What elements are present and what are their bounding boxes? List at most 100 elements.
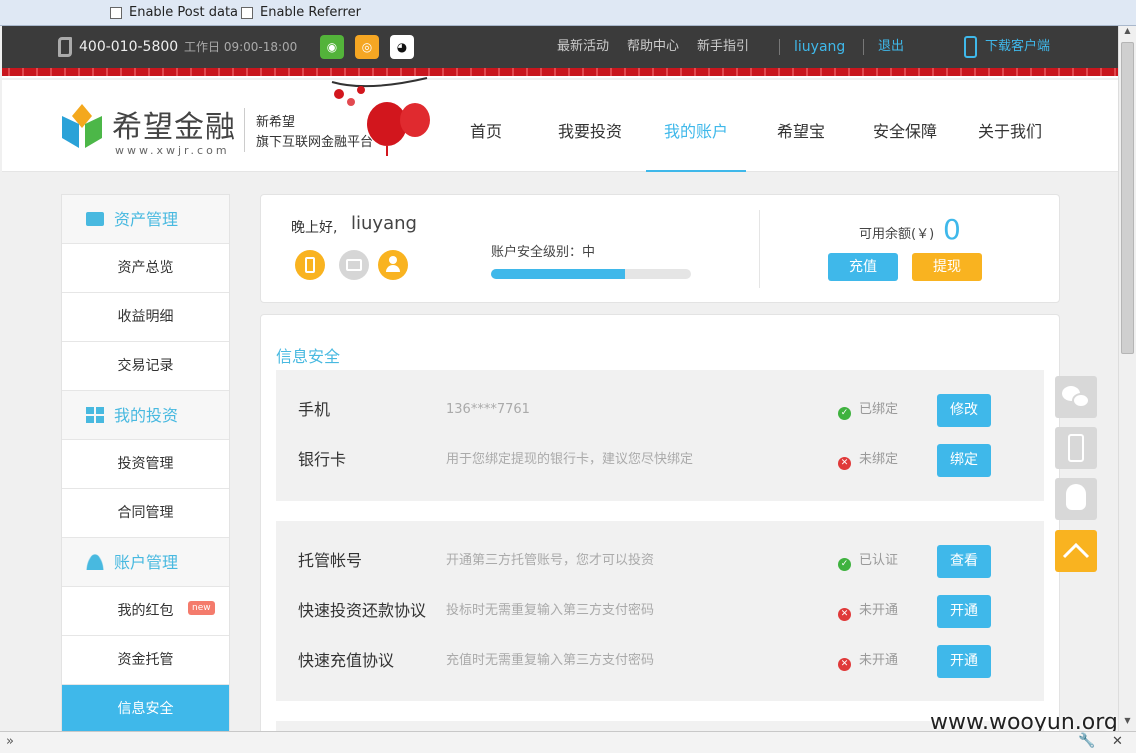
security-row-phone: 手机 136****7761 ✓ 已绑定 修改: [276, 385, 1044, 435]
panel-title: 信息安全: [276, 347, 341, 366]
close-icon[interactable]: ✕: [1112, 734, 1123, 749]
row-status: ✓ 已认证: [838, 536, 898, 586]
checkbox-label: Enable Post data: [129, 5, 239, 20]
account-summary-panel: 晚上好, liuyang 账户安全级别：中 可用余额(￥) 0 充值 提现: [260, 194, 1060, 303]
row-status: ✕ 未开通: [838, 586, 898, 636]
link-latest-events[interactable]: 最新活动: [557, 26, 609, 68]
weibo-icon[interactable]: ◎: [355, 35, 379, 59]
sidebar-item-income-details[interactable]: 收益明细: [62, 293, 229, 342]
recharge-button[interactable]: 充值: [828, 253, 898, 281]
summary-username: liuyang: [351, 213, 417, 234]
logo-icon[interactable]: [59, 102, 105, 152]
qq-icon[interactable]: ◕: [390, 35, 414, 59]
row-name: 快速充值协议: [298, 651, 395, 670]
hotline-number: 400-010-5800: [79, 39, 179, 55]
modify-phone-button[interactable]: 修改: [937, 394, 991, 427]
divider: [779, 39, 780, 55]
row-name: 手机: [298, 400, 331, 419]
phone-icon: [58, 37, 72, 57]
balance-value: 0: [943, 213, 961, 246]
sidebar-item-info-security[interactable]: 信息安全: [62, 685, 229, 731]
scrollbar-thumb[interactable]: [1121, 42, 1134, 354]
sidebar-section-account[interactable]: 账户管理: [62, 538, 229, 587]
sidebar-item-transactions[interactable]: 交易记录: [62, 342, 229, 391]
section-title: 我的投资: [114, 406, 179, 425]
open-quick-recharge-button[interactable]: 开通: [937, 645, 991, 678]
security-group-more: [276, 721, 1044, 731]
wrench-icon[interactable]: 🔧: [1078, 733, 1095, 749]
expand-icon[interactable]: »: [6, 734, 14, 749]
brand-domain: www.xwjr.com: [115, 144, 230, 157]
checkbox-box[interactable]: [110, 6, 122, 19]
browser-status-bar: » 🔧 ✕: [0, 731, 1136, 753]
bank-card-icon[interactable]: [339, 250, 369, 280]
nav-my-account[interactable]: 我的账户: [664, 118, 728, 142]
identity-icon[interactable]: [378, 250, 408, 280]
row-status: ✕ 未开通: [838, 636, 898, 686]
back-to-top-button[interactable]: [1055, 530, 1097, 572]
service-hours: 工作日 09:00-18:00: [184, 40, 298, 54]
security-group-basic: 手机 136****7761 ✓ 已绑定 修改 银行卡 用于您绑定提现的银行卡，建…: [276, 370, 1044, 501]
sidebar-item-red-packets[interactable]: 我的红包 new: [62, 587, 229, 636]
tagline-1: 新希望: [256, 115, 296, 130]
view-custody-button[interactable]: 查看: [937, 545, 991, 578]
row-status: ✕ 未绑定: [838, 435, 898, 485]
sidebar-section-assets[interactable]: 资产管理: [62, 195, 229, 244]
enable-post-data-checkbox[interactable]: Enable Post data: [110, 5, 238, 20]
nav-about[interactable]: 关于我们: [978, 118, 1042, 142]
site-header: 希望金融 www.xwjr.com 新希望 旗下互联网金融平台 首页 我要投资 …: [2, 77, 1118, 172]
sidebar-item-asset-overview[interactable]: 资产总览: [62, 244, 229, 293]
item-label: 我的红包: [117, 603, 174, 619]
logout-link[interactable]: 退出: [878, 26, 904, 68]
info-security-panel: 信息安全 手机 136****7761 ✓ 已绑定 修改 银行卡 用于您绑定提现的…: [260, 314, 1060, 731]
wallet-icon: [86, 212, 104, 226]
link-newbie-guide[interactable]: 新手指引: [697, 26, 749, 68]
nav-xiwangbao[interactable]: 希望宝: [777, 118, 825, 142]
bind-card-button[interactable]: 绑定: [937, 444, 991, 477]
sidebar-item-investment-management[interactable]: 投资管理: [62, 440, 229, 489]
lantern-decoration-icon: [331, 77, 430, 156]
row-desc: 充值时无需重复输入第三方支付密码: [446, 653, 655, 668]
wechat-icon-part: [1072, 393, 1090, 408]
float-wechat-button[interactable]: [1055, 376, 1097, 418]
row-desc: 136****7761: [446, 402, 530, 417]
security-row-quick-recharge: 快速充值协议 充值时无需重复输入第三方支付密码 ✕ 未开通 开通: [276, 636, 1044, 686]
row-name: 托管帐号: [298, 551, 363, 570]
row-desc: 投标时无需重复输入第三方支付密码: [446, 603, 655, 618]
wechat-icon[interactable]: ◉: [320, 35, 344, 59]
sidebar-item-fund-custody[interactable]: 资金托管: [62, 636, 229, 685]
checkbox-box[interactable]: [241, 6, 253, 19]
security-level-bar: [491, 269, 691, 279]
brand-name: 希望金融: [112, 110, 236, 145]
withdraw-button[interactable]: 提现: [912, 253, 982, 281]
account-sidebar: 资产管理 资产总览 收益明细 交易记录 我的投资 投资管理 合同管理 账户管理 …: [61, 194, 230, 731]
vertical-scrollbar[interactable]: ▲ ▼: [1118, 26, 1136, 731]
float-qq-button[interactable]: [1055, 478, 1097, 520]
security-row-quick-invest: 快速投资还款协议 投标时无需重复输入第三方支付密码 ✕ 未开通 开通: [276, 586, 1044, 636]
sidebar-item-contract-management[interactable]: 合同管理: [62, 489, 229, 538]
security-level-fill: [491, 269, 625, 279]
scroll-down-arrow-icon[interactable]: ▼: [1121, 716, 1134, 730]
decorative-border: [2, 68, 1118, 78]
new-badge: new: [188, 601, 215, 615]
open-quick-invest-button[interactable]: 开通: [937, 595, 991, 628]
phone-verified-icon[interactable]: [295, 250, 325, 280]
download-app-link[interactable]: 下载客户端: [985, 26, 1050, 68]
section-title: 资产管理: [114, 210, 179, 229]
user-icon: [86, 554, 104, 570]
enable-referrer-checkbox[interactable]: Enable Referrer: [241, 5, 361, 20]
nav-home[interactable]: 首页: [470, 118, 502, 142]
username-link[interactable]: liuyang: [794, 26, 845, 68]
nav-invest[interactable]: 我要投资: [558, 118, 622, 142]
float-mobile-button[interactable]: [1055, 427, 1097, 469]
check-icon: ✓: [838, 558, 851, 571]
nav-security[interactable]: 安全保障: [873, 118, 937, 142]
grid-icon: [86, 407, 104, 423]
security-row-custody-account: 托管帐号 开通第三方托管账号，您才可以投资 ✓ 已认证 查看: [276, 536, 1044, 586]
section-title: 账户管理: [114, 553, 179, 572]
link-help-center[interactable]: 帮助中心: [627, 26, 679, 68]
row-desc: 用于您绑定提现的银行卡，建议您尽快绑定: [446, 452, 694, 467]
scroll-up-arrow-icon[interactable]: ▲: [1121, 26, 1134, 40]
balance-label: 可用余额(￥): [859, 227, 935, 242]
sidebar-section-investments[interactable]: 我的投资: [62, 391, 229, 440]
